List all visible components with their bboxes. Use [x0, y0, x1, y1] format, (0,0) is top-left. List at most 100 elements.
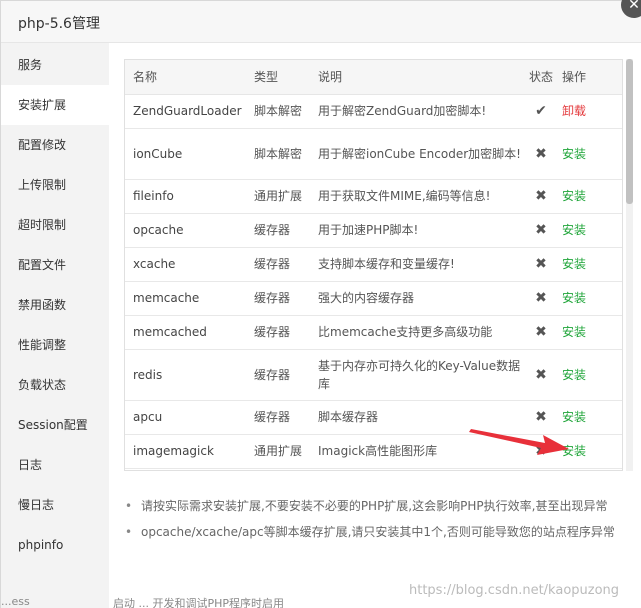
sidebar-item[interactable]: 日志 [1, 445, 109, 485]
extension-name: imagemagick [125, 434, 246, 469]
extension-operation: 安装 [560, 213, 622, 248]
cross-icon: ✖ [535, 222, 547, 238]
extension-name: fileinfo [125, 179, 246, 214]
column-header-type: 类型 [246, 60, 310, 95]
install-button[interactable]: 安装 [562, 291, 586, 305]
table-row: opcache 缓存器 用于加速PHP脚本! ✖ 安装 [125, 213, 622, 248]
extension-status: ✖ [522, 281, 560, 316]
extension-name: opcache [125, 213, 246, 248]
extension-name: memcached [125, 315, 246, 350]
sidebar-item[interactable]: 慢日志 [1, 485, 109, 525]
table-scrollbar-thumb[interactable] [626, 59, 633, 204]
extension-table-container: 名称 类型 说明 状态 操作 ZendGuardLoader 脚本解密 用于解密Ze… [124, 59, 623, 471]
extension-type: 缓存器 [246, 400, 310, 435]
sidebar-item[interactable]: 安装扩展 [1, 85, 109, 125]
uninstall-button[interactable]: 卸载 [562, 104, 586, 118]
table-row: memcached 缓存器 比memcache支持更多高级功能 ✖ 安装 [125, 315, 622, 350]
column-header-name: 名称 [125, 60, 246, 95]
note-item: • 请按实际需求安装扩展,不要安装不必要的PHP扩展,这会影响PHP执行效率,甚至… [123, 493, 633, 519]
extension-operation: 安装 [560, 349, 622, 401]
extension-name: ionCube [125, 128, 246, 180]
extension-status: ✖ [522, 213, 560, 248]
install-button[interactable]: 安装 [562, 223, 586, 237]
bullet-icon: • [125, 499, 133, 513]
column-header-description: 说明 [310, 60, 522, 95]
extension-description: 基于内存亦可持久化的Key-Value数据库 [310, 349, 522, 401]
extension-type: 通用扩展 [246, 434, 310, 469]
extension-type: 脚本解密 [246, 94, 310, 129]
extension-type: 缓存器 [246, 247, 310, 282]
install-button[interactable]: 安装 [562, 325, 586, 339]
extension-table: 名称 类型 说明 状态 操作 ZendGuardLoader 脚本解密 用于解密Ze… [125, 60, 622, 469]
table-row: fileinfo 通用扩展 用于获取文件MIME,编码等信息! ✖ 安装 [125, 179, 622, 214]
table-row: redis 缓存器 基于内存亦可持久化的Key-Value数据库 ✖ 安装 [125, 349, 622, 401]
sidebar-item[interactable]: 上传限制 [1, 165, 109, 205]
extension-type: 缓存器 [246, 315, 310, 350]
dialog-title: php-5.6管理 [18, 16, 100, 32]
check-icon: ✔ [535, 103, 547, 119]
sidebar-item[interactable]: 服务 [1, 45, 109, 85]
extension-status: ✖ [522, 128, 560, 180]
extension-type: 脚本解密 [246, 128, 310, 180]
cross-icon: ✖ [535, 366, 547, 383]
sidebar-item[interactable]: 负载状态 [1, 365, 109, 405]
title-bar: php-5.6管理 [1, 1, 641, 43]
cross-icon: ✖ [535, 145, 547, 162]
extension-name: ZendGuardLoader [125, 94, 246, 129]
table-row: memcache 缓存器 强大的内容缓存器 ✖ 安装 [125, 281, 622, 316]
extension-status: ✖ [522, 179, 560, 214]
extension-description: 支持脚本缓存和变量缓存! [310, 247, 522, 282]
install-button[interactable]: 安装 [562, 257, 586, 271]
red-arrow-icon [469, 429, 569, 455]
extension-type: 缓存器 [246, 349, 310, 401]
extension-name: memcache [125, 281, 246, 316]
table-row: ZendGuardLoader 脚本解密 用于解密ZendGuard加密脚本! ✔ 卸载 [125, 94, 622, 129]
extension-status: ✖ [522, 247, 560, 282]
sidebar-item[interactable]: Session配置 [1, 405, 109, 445]
install-button[interactable]: 安装 [562, 189, 586, 203]
extension-operation: 安装 [560, 281, 622, 316]
watermark-text: https://blog.csdn.net/kaopuzong [409, 583, 620, 598]
extension-name: redis [125, 349, 246, 401]
sidebar-item[interactable]: 配置修改 [1, 125, 109, 165]
extension-operation: 安装 [560, 315, 622, 350]
extension-description: 用于解密ionCube Encoder加密脚本! [310, 128, 522, 180]
extension-type: 缓存器 [246, 281, 310, 316]
note-text: 请按实际需求安装扩展,不要安装不必要的PHP扩展,这会影响PHP执行效率,甚至出… [141, 499, 608, 513]
extension-name: xcache [125, 247, 246, 282]
bullet-icon: • [125, 525, 133, 539]
sidebar-item[interactable]: 超时限制 [1, 205, 109, 245]
extension-operation: 卸载 [560, 94, 622, 129]
extension-description: 用于解密ZendGuard加密脚本! [310, 94, 522, 129]
sidebar-item[interactable]: 禁用函数 [1, 285, 109, 325]
extension-description: 用于获取文件MIME,编码等信息! [310, 179, 522, 214]
sidebar-item[interactable]: 配置文件 [1, 245, 109, 285]
arrow-shape [469, 429, 569, 455]
extension-name: apcu [125, 400, 246, 435]
install-button[interactable]: 安装 [562, 147, 586, 161]
extension-description: 强大的内容缓存器 [310, 281, 522, 316]
column-header-status: 状态 [522, 60, 560, 95]
notes-list: • 请按实际需求安装扩展,不要安装不必要的PHP扩展,这会影响PHP执行效率,甚至… [123, 493, 633, 545]
cross-icon: ✖ [535, 290, 547, 306]
extension-description: 比memcache支持更多高级功能 [310, 315, 522, 350]
table-row: ionCube 脚本解密 用于解密ionCube Encoder加密脚本! ✖ 安装 [125, 128, 622, 180]
cut-off-text-middle: 启动 ... 开发和调试PHP程序时启用 [113, 597, 285, 608]
cross-icon: ✖ [535, 188, 547, 204]
extension-operation: 安装 [560, 179, 622, 214]
extension-status: ✔ [522, 94, 560, 129]
note-text: opcache/xcache/apc等脚本缓存扩展,请只安装其中1个,否则可能导… [141, 525, 615, 539]
sidebar-item[interactable]: phpinfo [1, 525, 109, 565]
table-row: xcache 缓存器 支持脚本缓存和变量缓存! ✖ 安装 [125, 247, 622, 282]
extension-operation: 安装 [560, 247, 622, 282]
install-button[interactable]: 安装 [562, 368, 586, 382]
extension-status: ✖ [522, 349, 560, 401]
cross-icon: ✖ [535, 324, 547, 340]
column-header-operation: 操作 [560, 60, 622, 95]
sidebar-item[interactable]: 性能调整 [1, 325, 109, 365]
extension-operation: 安装 [560, 128, 622, 180]
note-item: • opcache/xcache/apc等脚本缓存扩展,请只安装其中1个,否则可能… [123, 519, 633, 545]
extension-description: 用于加速PHP脚本! [310, 213, 522, 248]
extension-type: 通用扩展 [246, 179, 310, 214]
php-manage-dialog: php-5.6管理 服务 安装扩展 配置修改 上传限制 超时限制 配置文件 禁用函数 性能调整… [0, 0, 641, 608]
